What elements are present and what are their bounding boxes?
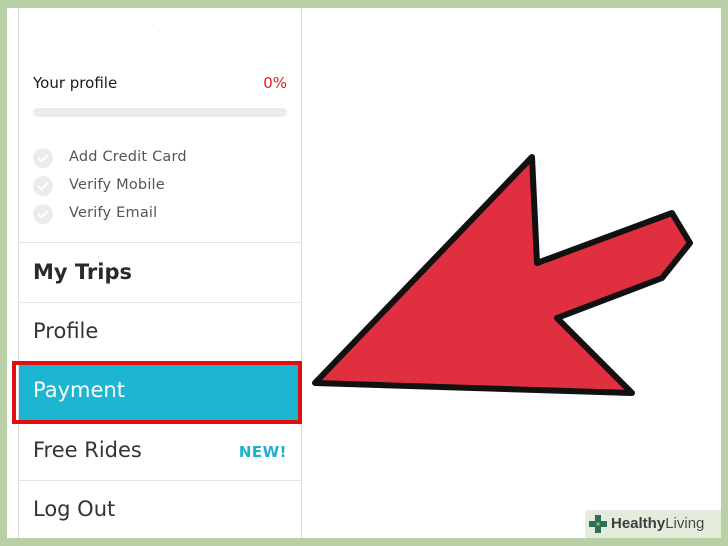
nav-item-free-rides[interactable]: Free Rides NEW! xyxy=(19,422,301,480)
watermark-brand-regular: Living xyxy=(665,515,705,532)
nav-label: Log Out xyxy=(33,497,116,521)
checklist-label: Add Credit Card xyxy=(69,149,187,165)
nav-item-payment[interactable]: Payment xyxy=(19,362,301,420)
profile-percent: 0% xyxy=(263,74,287,92)
red-arrow-icon xyxy=(312,154,693,396)
profile-header: Your profile 0% xyxy=(33,74,287,94)
nav-label: Free Rides xyxy=(33,438,142,462)
new-badge: NEW! xyxy=(238,443,287,461)
profile-progress-bar xyxy=(33,108,287,117)
watermark: HealthyLiving xyxy=(585,510,721,538)
check-circle-icon xyxy=(33,176,53,196)
checklist-item-verify-mobile[interactable]: Verify Mobile xyxy=(33,176,273,200)
nav-label: Payment xyxy=(33,378,125,402)
check-circle-icon xyxy=(33,148,53,168)
nav-item-my-trips[interactable]: My Trips xyxy=(19,244,301,302)
checklist-label: Verify Email xyxy=(69,205,158,221)
check-circle-icon xyxy=(33,204,53,224)
nav-label: My Trips xyxy=(33,260,133,284)
screenshot-frame: · Your profile 0% Add Credit Card Verify… xyxy=(7,8,721,538)
watermark-text: HealthyLiving xyxy=(611,515,704,532)
nav-label: Profile xyxy=(33,319,99,343)
watermark-brand-bold: Healthy xyxy=(611,515,666,532)
checklist-label: Verify Mobile xyxy=(69,177,165,193)
divider xyxy=(19,242,301,243)
plus-logo-icon xyxy=(589,515,607,533)
checklist-item-add-credit-card[interactable]: Add Credit Card xyxy=(33,148,273,172)
checklist-item-verify-email[interactable]: Verify Email xyxy=(33,204,273,228)
faint-mark: · xyxy=(152,18,156,32)
profile-label: Your profile xyxy=(33,74,118,92)
nav-item-log-out[interactable]: Log Out xyxy=(19,481,301,538)
nav-item-profile[interactable]: Profile xyxy=(19,303,301,361)
sidebar-menu: · Your profile 0% Add Credit Card Verify… xyxy=(18,8,302,538)
